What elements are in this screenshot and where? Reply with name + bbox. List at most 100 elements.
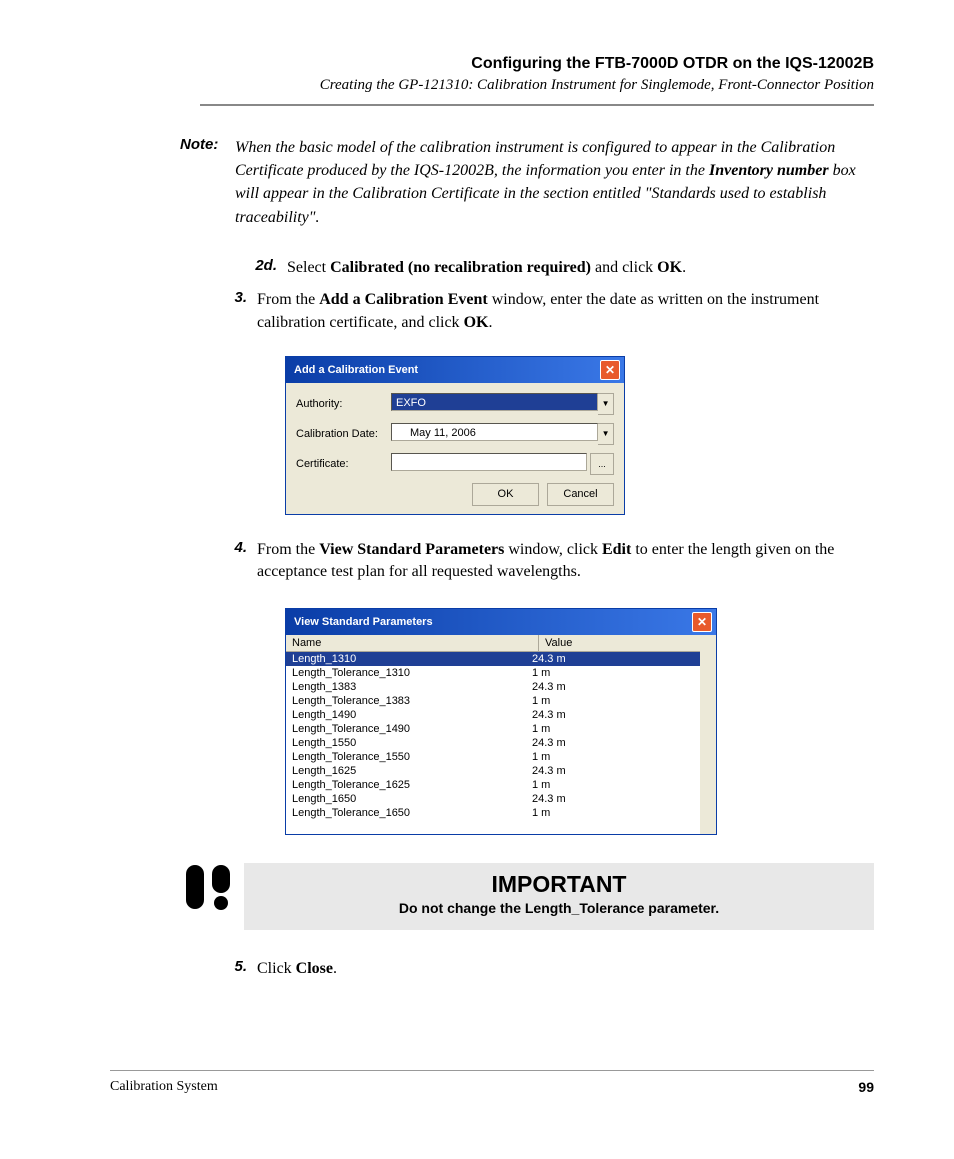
table-row[interactable]: Length_Tolerance_13831 m — [286, 694, 716, 708]
note-block: Note: When the basic model of the calibr… — [180, 136, 874, 229]
cell-value: 1 m — [532, 666, 710, 680]
cell-value: 24.3 m — [532, 792, 710, 806]
t: window, click — [504, 541, 602, 558]
step-5: 5. Click Close. — [215, 958, 874, 980]
t: View Standard Parameters — [319, 541, 504, 558]
cell-value: 24.3 m — [532, 680, 710, 694]
cell-value: 1 m — [532, 778, 710, 792]
table-row[interactable]: Length_138324.3 m — [286, 680, 716, 694]
cell-name: Length_1310 — [292, 652, 532, 666]
step-text-3: From the Add a Calibration Event window,… — [257, 289, 874, 334]
list-header-name[interactable]: Name — [286, 635, 539, 651]
cert-label: Certificate: — [296, 458, 391, 470]
page-footer: Calibration System 99 — [110, 1070, 874, 1095]
t: Click — [257, 960, 296, 977]
cell-name: Length_1625 — [292, 764, 532, 778]
table-row[interactable]: Length_Tolerance_14901 m — [286, 722, 716, 736]
cell-name: Length_Tolerance_1490 — [292, 722, 532, 736]
step-num-3: 3. — [215, 289, 257, 334]
table-row[interactable]: Length_Tolerance_13101 m — [286, 666, 716, 680]
cell-value: 1 m — [532, 750, 710, 764]
table-row[interactable]: Length_162524.3 m — [286, 764, 716, 778]
exclamation-icon — [172, 863, 244, 913]
dialog-view-standard-parameters: View Standard Parameters ✕ Name Value Le… — [285, 608, 717, 835]
dialog2-title: View Standard Parameters — [294, 616, 433, 628]
t: . — [333, 960, 337, 977]
table-row[interactable]: Length_Tolerance_16501 m — [286, 806, 716, 820]
cell-name: Length_Tolerance_1310 — [292, 666, 532, 680]
step-text-2d: Select Calibrated (no recalibration requ… — [287, 257, 874, 279]
step-num-5: 5. — [215, 958, 257, 980]
t: Close — [296, 960, 333, 977]
t: OK — [657, 259, 682, 276]
important-callout: IMPORTANT Do not change the Length_Toler… — [172, 863, 874, 930]
dialog1-title: Add a Calibration Event — [294, 364, 418, 376]
dropdown-icon[interactable]: ▼ — [598, 393, 614, 415]
step-4: 4. From the View Standard Parameters win… — [215, 539, 874, 584]
dialog1-titlebar: Add a Calibration Event ✕ — [286, 357, 624, 383]
page-header-subtitle: Creating the GP-121310: Calibration Inst… — [110, 77, 874, 94]
t: Calibrated (no recalibration required) — [330, 259, 591, 276]
t: and click — [591, 259, 657, 276]
list-header: Name Value — [286, 635, 716, 652]
caldate-input[interactable]: May 11, 2006 — [391, 423, 598, 441]
table-row[interactable]: Length_Tolerance_16251 m — [286, 778, 716, 792]
cell-value: 24.3 m — [532, 764, 710, 778]
t: Add a Calibration Event — [319, 291, 487, 308]
t: . — [488, 314, 492, 331]
note-label: Note: — [180, 136, 235, 229]
important-text: Do not change the Length_Tolerance param… — [256, 900, 862, 916]
t: Select — [287, 259, 330, 276]
step-num-4: 4. — [215, 539, 257, 584]
dialog2-titlebar: View Standard Parameters ✕ — [286, 609, 716, 635]
t: Edit — [602, 541, 631, 558]
authority-input[interactable]: EXFO — [391, 393, 598, 411]
table-row[interactable]: Length_131024.3 m — [286, 652, 716, 666]
browse-button[interactable]: ... — [590, 453, 614, 475]
step-2d: 2d. Select Calibrated (no recalibration … — [245, 257, 874, 279]
step-3: 3. From the Add a Calibration Event wind… — [215, 289, 874, 334]
important-title: IMPORTANT — [256, 871, 862, 898]
table-row[interactable]: Length_149024.3 m — [286, 708, 716, 722]
cell-value: 1 m — [532, 722, 710, 736]
cell-value: 1 m — [532, 694, 710, 708]
footer-left: Calibration System — [110, 1079, 218, 1095]
t: From the — [257, 541, 319, 558]
table-row[interactable]: Length_165024.3 m — [286, 792, 716, 806]
cell-name: Length_1383 — [292, 680, 532, 694]
page-number: 99 — [858, 1079, 874, 1095]
close-icon[interactable]: ✕ — [692, 612, 712, 632]
cell-value: 24.3 m — [532, 708, 710, 722]
page-header-title: Configuring the FTB-7000D OTDR on the IQ… — [110, 55, 874, 73]
cancel-button[interactable]: Cancel — [547, 483, 614, 506]
list-body: Length_131024.3 mLength_Tolerance_13101 … — [286, 652, 716, 834]
header-divider — [200, 104, 874, 106]
cell-name: Length_Tolerance_1550 — [292, 750, 532, 764]
step-text-4: From the View Standard Parameters window… — [257, 539, 874, 584]
cell-name: Length_Tolerance_1625 — [292, 778, 532, 792]
scrollbar[interactable] — [700, 635, 716, 834]
cert-input[interactable] — [391, 453, 587, 471]
cell-name: Length_1490 — [292, 708, 532, 722]
dropdown-icon[interactable]: ▼ — [598, 423, 614, 445]
cell-value: 24.3 m — [532, 736, 710, 750]
table-row[interactable]: Length_Tolerance_15501 m — [286, 750, 716, 764]
t: OK — [464, 314, 489, 331]
step-text-5: Click Close. — [257, 958, 874, 980]
cell-name: Length_1550 — [292, 736, 532, 750]
ok-button[interactable]: OK — [472, 483, 539, 506]
cell-name: Length_Tolerance_1650 — [292, 806, 532, 820]
step-num-2d: 2d. — [245, 257, 287, 279]
close-icon[interactable]: ✕ — [600, 360, 620, 380]
note-text-bold: Inventory number — [709, 162, 829, 179]
dialog-add-calibration-event: Add a Calibration Event ✕ Authority: EXF… — [285, 356, 625, 515]
cell-value: 24.3 m — [532, 652, 710, 666]
caldate-label: Calibration Date: — [296, 428, 391, 440]
list-header-value[interactable]: Value — [539, 635, 716, 651]
cell-value: 1 m — [532, 806, 710, 820]
cell-name: Length_Tolerance_1383 — [292, 694, 532, 708]
t: From the — [257, 291, 319, 308]
t: . — [682, 259, 686, 276]
note-text: When the basic model of the calibration … — [235, 136, 874, 229]
table-row[interactable]: Length_155024.3 m — [286, 736, 716, 750]
